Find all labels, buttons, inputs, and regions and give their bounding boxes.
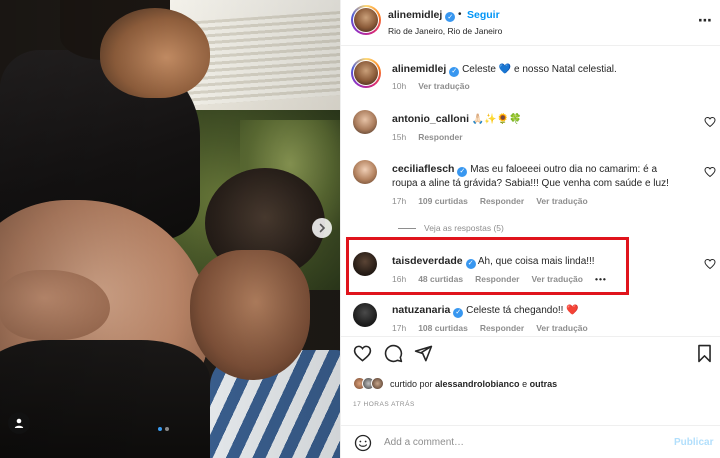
verified-badge-icon: ✓ [453, 308, 464, 318]
post-timestamp[interactable]: 17 HORAS ATRÁS [353, 401, 415, 408]
comment-likes[interactable]: 109 curtidas [418, 196, 468, 206]
view-replies-text[interactable]: Veja as respostas (5) [424, 223, 504, 233]
reply-line [398, 227, 416, 229]
follow-button[interactable]: Seguir [467, 9, 500, 21]
author-username-text[interactable]: alinemidlej [388, 9, 442, 21]
liked-by-connector: e [522, 378, 530, 389]
comment-time[interactable]: 17h [392, 323, 406, 333]
carousel-indicator [158, 427, 169, 431]
reply-button[interactable]: Responder [480, 323, 524, 333]
reply-button[interactable]: Responder [480, 196, 524, 206]
author-avatar-ring[interactable] [351, 5, 381, 35]
liked-by-text: curtido por alessandrolobianco e outras [390, 379, 557, 389]
verified-badge-icon: ✓ [457, 167, 468, 177]
comment-2: ceciliaflesch ✓ Mas eu faloeeei outro dia… [392, 162, 677, 191]
instagram-post-view: alinemidlej ✓ • Seguir Rio de Janeiro, Ri… [0, 0, 720, 458]
liked-by-row: curtido por alessandrolobianco e outras [353, 377, 557, 390]
post-header [341, 0, 720, 46]
comment-input[interactable]: Add a comment… [384, 437, 464, 448]
comment-likes[interactable]: 108 curtidas [418, 323, 468, 333]
avatar[interactable] [353, 160, 377, 184]
comment-username[interactable]: natuzanaria [392, 304, 450, 316]
post-photo [0, 0, 340, 458]
caption-time[interactable]: 10h [392, 81, 406, 91]
liked-by-user[interactable]: alessandrolobianco [435, 379, 520, 389]
post-location[interactable]: Rio de Janeiro, Rio de Janeiro [388, 26, 502, 36]
avatar[interactable] [353, 303, 377, 327]
like-comment-heart-icon[interactable] [704, 166, 716, 178]
chevron-right-icon [319, 223, 326, 233]
comment-bubble-icon[interactable] [384, 344, 403, 363]
comment-meta: 15h Responder [392, 132, 463, 142]
bookmark-icon[interactable] [696, 344, 713, 363]
comment-time[interactable]: 15h [392, 132, 406, 142]
verified-badge-icon: ✓ [449, 67, 460, 77]
comment-4: natuzanaria ✓ Celeste tá chegando!! ❤️ [392, 303, 579, 318]
liked-by-prefix: curtido por [390, 378, 436, 389]
comment-time[interactable]: 17h [392, 196, 406, 206]
tagged-users-button[interactable] [8, 412, 30, 434]
reply-button[interactable]: Responder [418, 132, 462, 142]
comment-username[interactable]: ceciliaflesch [392, 163, 454, 175]
like-heart-icon[interactable] [353, 344, 372, 363]
comment-meta: 17h 108 curtidas Responder Ver tradução [392, 323, 588, 333]
avatar [354, 8, 378, 32]
comment-meta: 17h 109 curtidas Responder Ver tradução [392, 196, 588, 206]
more-options-icon[interactable]: ⋯ [698, 12, 713, 29]
carousel-dot-active [158, 427, 162, 431]
view-replies-button[interactable]: Veja as respostas (5) [398, 223, 504, 233]
person-icon [14, 418, 24, 428]
like-comment-heart-icon[interactable] [704, 116, 716, 128]
caption-meta: 10h Ver tradução [392, 81, 470, 91]
caption-username[interactable]: alinemidlej [392, 63, 446, 75]
comment-text: Celeste tá chegando!! ❤️ [466, 305, 579, 316]
translate-link[interactable]: Ver tradução [536, 323, 588, 333]
next-photo-button[interactable] [312, 218, 332, 238]
caption-translate-link[interactable]: Ver tradução [418, 81, 470, 91]
carousel-dot [165, 427, 169, 431]
like-comment-heart-icon[interactable] [704, 258, 716, 270]
liked-by-others[interactable]: outras [530, 379, 558, 389]
verified-badge-icon: ✓ [445, 12, 456, 22]
emoji-icon[interactable] [354, 434, 372, 452]
caption: alinemidlej ✓ Celeste 💙 e nosso Natal cel… [392, 62, 702, 77]
publish-button[interactable]: Publicar [674, 437, 713, 448]
header-separator: • [458, 9, 462, 20]
share-send-icon[interactable] [414, 344, 433, 363]
caption-text: Celeste 💙 e nosso Natal celestial. [462, 64, 617, 75]
author-username[interactable]: alinemidlej ✓ [388, 9, 456, 22]
translate-link[interactable]: Ver tradução [536, 196, 588, 206]
avatar[interactable] [353, 110, 377, 134]
avatar [354, 61, 378, 85]
comment-text: 🙏🏻✨🌻🍀 [471, 114, 522, 125]
comment-1: antonio_calloni 🙏🏻✨🌻🍀 [392, 112, 522, 127]
comment-username[interactable]: antonio_calloni [392, 113, 469, 125]
highlight-box [346, 237, 629, 295]
caption-avatar-ring[interactable] [351, 58, 381, 88]
avatar [371, 377, 384, 390]
